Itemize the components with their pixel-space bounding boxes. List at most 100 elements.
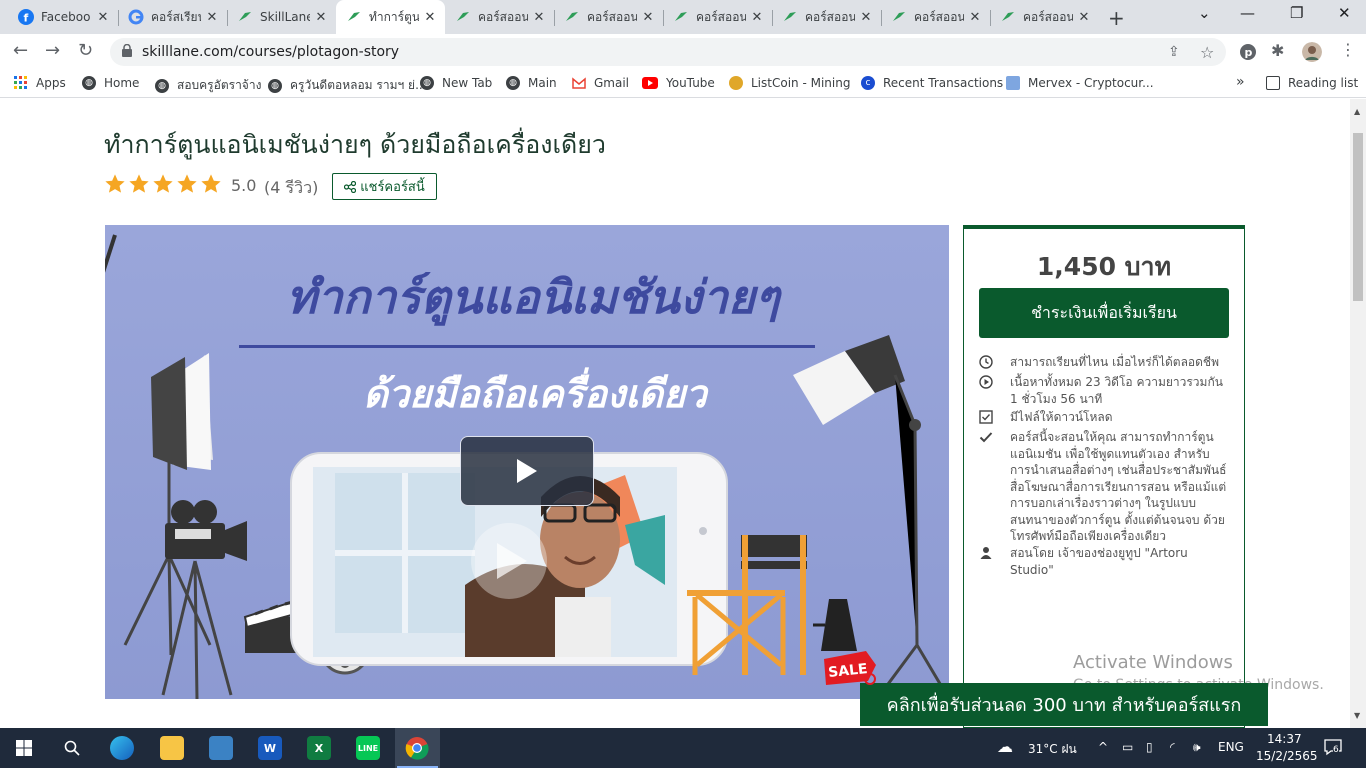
bookmark-apps[interactable]: Apps bbox=[14, 76, 66, 90]
close-tab-icon[interactable]: ✕ bbox=[1077, 10, 1091, 25]
review-count[interactable]: (4 รีวิว) bbox=[264, 176, 318, 201]
tab-course[interactable]: คอร์สออน ✕ bbox=[663, 2, 772, 32]
volume-icon[interactable]: 🕪 bbox=[1193, 740, 1201, 755]
maximize-icon[interactable]: ❐ bbox=[1290, 4, 1303, 22]
store-icon[interactable] bbox=[209, 736, 233, 760]
svg-text:p: p bbox=[1245, 46, 1253, 59]
menu-dots-icon[interactable]: ⋮ bbox=[1340, 40, 1356, 59]
extensions-puzzle-icon[interactable]: ✱ bbox=[1271, 41, 1284, 60]
notification-count: 6 bbox=[1333, 745, 1339, 755]
bookmark-recent-transactions[interactable]: c Recent Transactions bbox=[861, 76, 1003, 90]
tab-course[interactable]: คอร์สออน ✕ bbox=[445, 2, 554, 32]
close-tab-icon[interactable]: ✕ bbox=[750, 10, 764, 25]
tab-title: คอร์สออน bbox=[478, 9, 528, 24]
scroll-up-icon[interactable]: ▲ bbox=[1354, 107, 1360, 116]
discount-promo-bar[interactable]: คลิกเพื่อรับส่วนลด 300 บาท สำหรับคอร์สแร… bbox=[860, 683, 1268, 726]
windows-start-icon[interactable] bbox=[16, 740, 32, 756]
battery-icon[interactable]: ▯ bbox=[1146, 740, 1153, 754]
feature-video-count: เนื้อหาทั้งหมด 23 วิดีโอ ความยาวรวมกัน 1… bbox=[979, 374, 1230, 407]
tab-course[interactable]: คอร์สออน ✕ bbox=[554, 2, 663, 32]
close-tab-icon[interactable]: ✕ bbox=[859, 10, 873, 25]
network-icon[interactable]: ▭ bbox=[1122, 740, 1133, 754]
file-explorer-icon[interactable] bbox=[160, 736, 184, 760]
clock-icon bbox=[979, 355, 993, 369]
minimize-icon[interactable]: — bbox=[1240, 4, 1255, 22]
tab-title: SkillLane bbox=[260, 10, 310, 24]
bookmark-home[interactable]: ◍ Home bbox=[82, 76, 139, 90]
chrome-taskbar-button[interactable] bbox=[395, 728, 440, 768]
bookmark-mervex[interactable]: Mervex - Cryptocur... bbox=[1006, 76, 1154, 90]
line-icon[interactable]: LINE bbox=[356, 736, 380, 760]
edge-icon[interactable] bbox=[110, 736, 134, 760]
back-icon[interactable]: ← bbox=[13, 40, 28, 61]
pinterest-extension-icon[interactable]: p bbox=[1238, 42, 1258, 62]
share-course-button[interactable]: แชร์คอร์สนี้ bbox=[332, 173, 437, 200]
wifi-icon[interactable]: ◜ bbox=[1170, 740, 1175, 754]
tab-skilllane[interactable]: SkillLane ✕ bbox=[227, 2, 336, 32]
reading-list-button[interactable]: Reading list bbox=[1266, 76, 1358, 90]
tab-course[interactable]: คอร์สออน ✕ bbox=[772, 2, 881, 32]
tab-title: คอร์สออน bbox=[696, 9, 746, 24]
word-icon[interactable]: W bbox=[258, 736, 282, 760]
tab-course[interactable]: คอร์สออน ✕ bbox=[881, 2, 990, 32]
tab-course-active[interactable]: ทำการ์ตูน ✕ bbox=[336, 0, 445, 34]
feature-lifetime-access: สามารถเรียนที่ไหน เมื่อไหร่ก็ได้ตลอดชีพ bbox=[979, 354, 1230, 371]
bookmark-main[interactable]: ◍ Main bbox=[506, 76, 557, 90]
feature-downloads: มีไฟล์ให้ดาวน์โหลด bbox=[979, 409, 1230, 426]
forward-icon[interactable]: → bbox=[45, 40, 60, 61]
url-text: skilllane.com/courses/plotagon-story bbox=[142, 44, 400, 60]
search-icon[interactable] bbox=[64, 740, 80, 756]
excel-icon[interactable]: X bbox=[307, 736, 331, 760]
rating-stars bbox=[104, 173, 224, 195]
close-tab-icon[interactable]: ✕ bbox=[96, 10, 110, 25]
close-tab-icon[interactable]: ✕ bbox=[968, 10, 982, 25]
reload-icon[interactable]: ↻ bbox=[78, 40, 93, 61]
skilllane-icon bbox=[1000, 9, 1016, 25]
facebook-icon: f bbox=[18, 9, 34, 25]
video-play-button[interactable] bbox=[460, 436, 594, 506]
tab-course[interactable]: คอร์สออน ✕ bbox=[990, 2, 1099, 32]
bookmark-gmail[interactable]: Gmail bbox=[572, 76, 629, 90]
weather-text[interactable]: 31°C ฝน bbox=[1028, 740, 1077, 759]
buy-course-button[interactable]: ชำระเงินเพื่อเริ่มเรียน bbox=[979, 288, 1229, 338]
bookmark-item[interactable]: ◍ ครูวันดีตอหลอม รามฯ ย่... bbox=[268, 76, 427, 95]
notification-center-icon[interactable]: 6 bbox=[1324, 738, 1344, 758]
feature-text: สอนโดย เจ้าของช่องยูทูป "Artoru Studio" bbox=[1010, 546, 1188, 577]
close-tab-icon[interactable]: ✕ bbox=[641, 10, 655, 25]
tray-chevron-icon[interactable]: ^ bbox=[1098, 740, 1108, 754]
bookmark-label: Home bbox=[104, 76, 140, 90]
feature-text: คอร์สนี้จะสอนให้คุณ สามารถทำการ์ตูนแอนิเ… bbox=[1010, 430, 1227, 543]
bookmark-item[interactable]: ◍ สอบครูอัตราจ้าง bbox=[155, 76, 261, 95]
clock-time[interactable]: 14:37 bbox=[1267, 732, 1302, 746]
tab-search-chevron-icon[interactable]: ⌄ bbox=[1198, 4, 1211, 22]
sale-tag[interactable]: SALE bbox=[820, 651, 878, 685]
more-bookmarks-icon[interactable]: » bbox=[1236, 74, 1245, 90]
new-tab-icon[interactable]: + bbox=[1108, 6, 1125, 30]
bookmark-star-icon[interactable]: ☆ bbox=[1200, 43, 1214, 62]
tab-title: คอร์สออน bbox=[805, 9, 855, 24]
bookmark-listcoin[interactable]: ListCoin - Mining bbox=[729, 76, 850, 90]
language-indicator[interactable]: ENG bbox=[1218, 740, 1244, 754]
bookmark-youtube[interactable]: YouTube bbox=[642, 76, 715, 90]
course-video-preview[interactable]: ทำการ์ตูนแอนิเมชันง่ายๆ ด้วยมือถือเครื่อ… bbox=[105, 225, 949, 699]
profile-avatar-icon[interactable] bbox=[1302, 42, 1322, 62]
weather-cloud-icon[interactable]: ☁ bbox=[997, 737, 1013, 756]
tab-facebook[interactable]: f Faceboo ✕ bbox=[8, 2, 118, 32]
address-bar[interactable]: skilllane.com/courses/plotagon-story ⇪ ☆ bbox=[110, 38, 1226, 66]
studio-light-right-icon bbox=[793, 335, 949, 699]
tab-google[interactable]: คอร์สเรียน ✕ bbox=[118, 2, 227, 32]
page-scrollbar[interactable]: ▲ ▼ bbox=[1350, 99, 1366, 728]
close-tab-icon[interactable]: ✕ bbox=[532, 10, 546, 25]
google-icon bbox=[128, 9, 144, 25]
close-tab-icon[interactable]: ✕ bbox=[423, 10, 437, 25]
close-tab-icon[interactable]: ✕ bbox=[205, 10, 219, 25]
share-icon[interactable]: ⇪ bbox=[1168, 44, 1180, 60]
clock-date[interactable]: 15/2/2565 bbox=[1256, 749, 1318, 763]
scrollbar-thumb[interactable] bbox=[1353, 133, 1363, 301]
close-tab-icon[interactable]: ✕ bbox=[314, 10, 328, 25]
close-window-icon[interactable]: ✕ bbox=[1338, 4, 1351, 22]
reading-list-label: Reading list bbox=[1288, 76, 1359, 90]
tab-title: คอร์สออน bbox=[1023, 9, 1073, 24]
bookmark-new-tab[interactable]: ◍ New Tab bbox=[420, 76, 492, 90]
scroll-down-icon[interactable]: ▼ bbox=[1354, 711, 1360, 720]
